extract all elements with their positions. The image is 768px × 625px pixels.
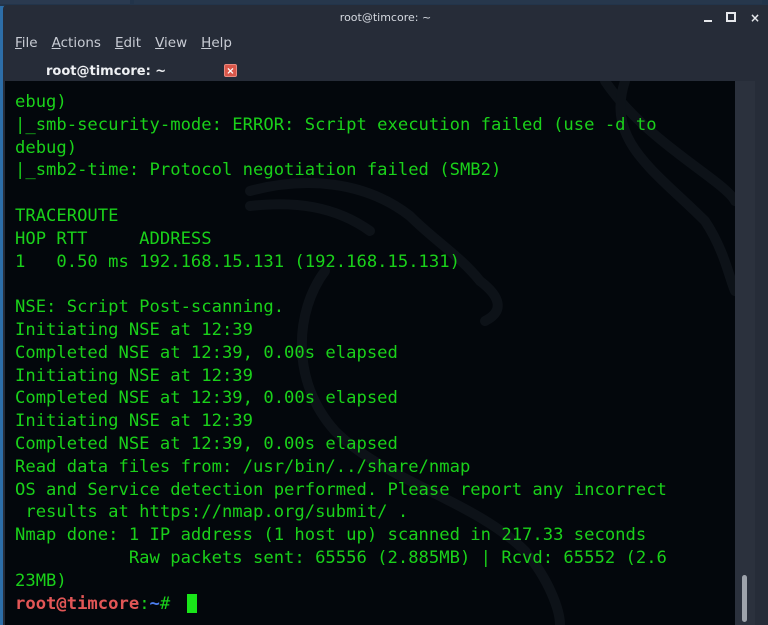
terminal-line: |_smb2-time: Protocol negotiation failed… xyxy=(15,160,502,181)
close-button[interactable]: × xyxy=(750,5,760,31)
menubar: File Actions Edit View Help xyxy=(15,35,232,57)
menu-mnemonic: A xyxy=(51,35,61,51)
close-icon: × xyxy=(749,11,760,25)
terminal-line: Completed NSE at 12:39, 0.00s elapsed xyxy=(15,433,398,454)
terminal-output[interactable]: ebug) |_smb-security-mode: ERROR: Script… xyxy=(5,81,735,625)
terminal-line: Initiating NSE at 12:39 xyxy=(15,319,253,340)
desktop-panel-segment xyxy=(134,0,762,4)
terminal-line: results at https://nmap.org/submit/ . xyxy=(15,502,409,523)
shell-prompt[interactable]: root@timcore:~# xyxy=(15,593,197,614)
window-controls: × xyxy=(703,5,760,31)
close-icon: × xyxy=(226,66,235,77)
terminal-line: Completed NSE at 12:39, 0.00s elapsed xyxy=(15,388,398,409)
menu-help[interactable]: Help xyxy=(201,35,232,57)
window-titlebar[interactable]: root@timcore: ~ × xyxy=(3,5,768,31)
tab-close-button[interactable]: × xyxy=(224,64,237,77)
prompt-symbol: # xyxy=(159,593,181,614)
menu-label: ctions xyxy=(60,35,101,51)
terminal-line: NSE: Script Post-scanning. xyxy=(15,297,285,318)
maximize-icon xyxy=(725,12,736,22)
menu-mnemonic: H xyxy=(201,35,212,51)
terminal-line: debug) xyxy=(15,137,78,158)
terminal-line: Completed NSE at 12:39, 0.00s elapsed xyxy=(15,342,398,363)
terminal-line: 1 0.50 ms 192.168.15.131 (192.168.15.131… xyxy=(15,251,460,272)
menu-label: ile xyxy=(21,35,38,51)
terminal-line: Initiating NSE at 12:39 xyxy=(15,365,253,386)
prompt-path: ~ xyxy=(149,593,160,614)
terminal-line: OS and Service detection performed. Plea… xyxy=(15,479,667,500)
terminal-line: ebug) xyxy=(15,92,67,112)
terminal-line: 23MB) xyxy=(15,570,67,591)
prompt-colon: : xyxy=(139,593,150,614)
terminal-line: Nmap done: 1 IP address (1 host up) scan… xyxy=(15,525,647,546)
terminal-line: Read data files from: /usr/bin/../share/… xyxy=(15,456,471,477)
terminal-line: |_smb-security-mode: ERROR: Script execu… xyxy=(15,114,657,135)
tab-label: root@timcore: ~ xyxy=(46,64,167,79)
terminal-text: ebug) |_smb-security-mode: ERROR: Script… xyxy=(15,91,667,615)
terminal-line: TRACEROUTE xyxy=(15,205,119,226)
minimize-button[interactable] xyxy=(703,5,712,31)
terminal-line: Raw packets sent: 65556 (2.885MB) | Rcvd… xyxy=(15,547,667,568)
terminal-line: Initiating NSE at 12:39 xyxy=(15,411,253,432)
menu-label: iew xyxy=(164,35,188,51)
window-title: root@timcore: ~ xyxy=(339,11,432,24)
terminal-line: HOP RTT ADDRESS xyxy=(15,228,212,249)
scrollbar-thumb[interactable] xyxy=(742,575,747,622)
menu-mnemonic: V xyxy=(155,35,165,51)
minimize-icon xyxy=(703,20,712,22)
menu-label: elp xyxy=(211,35,232,51)
menu-file[interactable]: File xyxy=(15,35,38,57)
menu-edit[interactable]: Edit xyxy=(115,35,141,57)
menu-view[interactable]: View xyxy=(155,35,187,57)
menu-actions[interactable]: Actions xyxy=(52,35,101,57)
menu-mnemonic: F xyxy=(15,35,22,51)
terminal-scrollbar[interactable] xyxy=(735,81,755,625)
prompt-user-host: root@timcore xyxy=(15,593,140,614)
text-cursor xyxy=(186,593,197,613)
menu-label: dit xyxy=(123,35,142,51)
maximize-button[interactable] xyxy=(725,5,736,31)
desktop-panel-segment xyxy=(0,0,130,4)
